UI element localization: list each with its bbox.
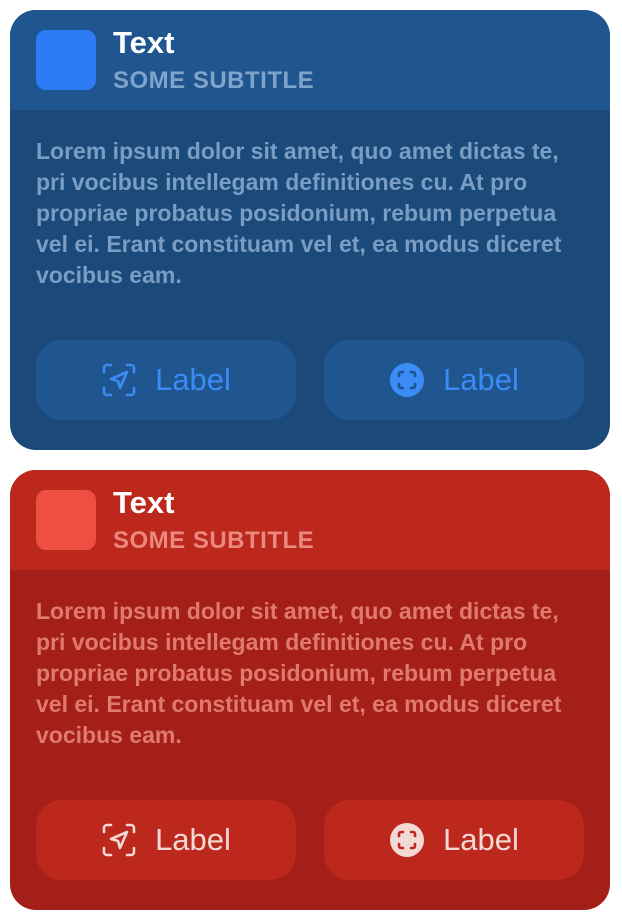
viewfinder-circle-icon [389,362,425,398]
card-body-text: Lorem ipsum dolor sit amet, quo amet dic… [36,138,562,288]
location-button[interactable]: Label [36,340,296,420]
viewfinder-circle-icon [389,822,425,858]
viewfinder-button[interactable]: Label [324,800,584,880]
card-header: Text SOME SUBTITLE [10,10,610,110]
button-label: Label [155,822,231,857]
button-label: Label [443,362,519,397]
location-viewfinder-icon [101,822,137,858]
card-blue: Text SOME SUBTITLE Lorem ipsum dolor sit… [10,10,610,450]
card-subtitle: SOME SUBTITLE [113,527,315,554]
card-title: Text [113,485,175,520]
button-label: Label [155,362,231,397]
button-label: Label [443,822,519,857]
app-icon [36,30,96,90]
app-icon [36,490,96,550]
card-header: Text SOME SUBTITLE [10,470,610,570]
location-viewfinder-icon [101,362,137,398]
card-red: Text SOME SUBTITLE Lorem ipsum dolor sit… [10,470,610,910]
card-body-text: Lorem ipsum dolor sit amet, quo amet dic… [36,598,562,748]
viewfinder-button[interactable]: Label [324,340,584,420]
location-button[interactable]: Label [36,800,296,880]
card-title: Text [113,25,175,60]
card-subtitle: SOME SUBTITLE [113,67,315,94]
